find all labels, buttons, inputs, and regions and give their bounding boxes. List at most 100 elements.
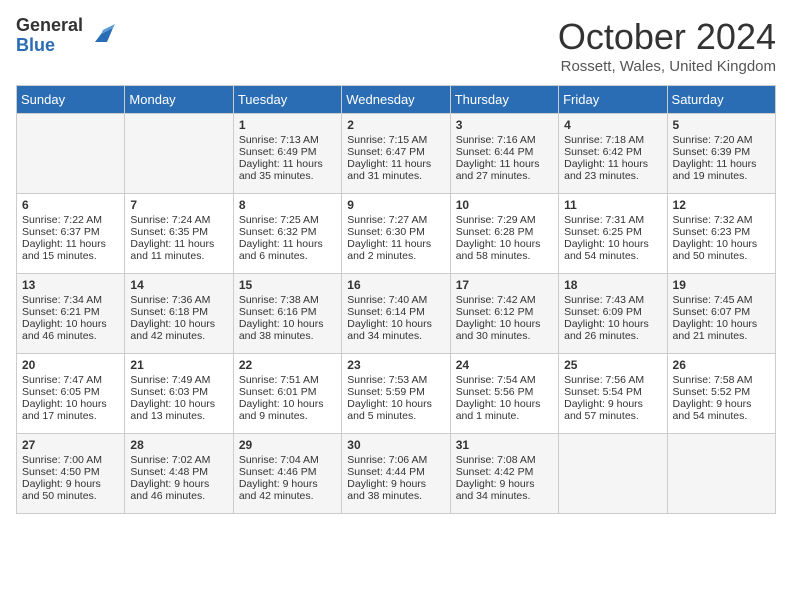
cell-content: Sunrise: 7:15 AM [347,134,444,146]
day-number: 14 [130,278,227,292]
cell-content: Sunset: 6:14 PM [347,306,444,318]
day-number: 2 [347,118,444,132]
cell-content: Sunset: 5:56 PM [456,386,553,398]
table-row: 3Sunrise: 7:16 AMSunset: 6:44 PMDaylight… [450,114,558,194]
cell-content: Sunset: 6:32 PM [239,226,336,238]
table-row: 26Sunrise: 7:58 AMSunset: 5:52 PMDayligh… [667,354,775,434]
cell-content: Sunrise: 7:45 AM [673,294,770,306]
cell-content: Sunrise: 7:34 AM [22,294,119,306]
cell-content: Sunrise: 7:49 AM [130,374,227,386]
day-number: 28 [130,438,227,452]
month-title: October 2024 [558,16,776,58]
table-row: 30 Sunrise: 7:06 AMSunset: 4:44 PMDayligh… [342,434,450,514]
logo-icon [87,20,115,48]
table-row: 13 Sunrise: 7:34 AMSunset: 6:21 PMDayligh… [17,274,125,354]
cell-content: Sunrise: 7:08 AM [456,454,553,466]
day-number: 3 [456,118,553,132]
cell-content: Daylight: 10 hours and 1 minute. [456,398,553,422]
cell-content: Sunrise: 7:54 AM [456,374,553,386]
day-number: 20 [22,358,119,372]
cell-content: Sunset: 6:37 PM [22,226,119,238]
table-row: 28Sunrise: 7:02 AMSunset: 4:48 PMDayligh… [125,434,233,514]
cell-content: Daylight: 11 hours and 19 minutes. [673,158,770,182]
cell-content: Daylight: 10 hours and 13 minutes. [130,398,227,422]
cell-content: Sunrise: 7:13 AM [239,134,336,146]
cell-content: Sunset: 6:28 PM [456,226,553,238]
cell-content: Daylight: 10 hours and 5 minutes. [347,398,444,422]
cell-content: Sunset: 6:25 PM [564,226,661,238]
cell-content: Sunset: 6:18 PM [130,306,227,318]
table-row: 14 Sunrise: 7:36 AMSunset: 6:18 PMDayligh… [125,274,233,354]
table-row: 19Sunrise: 7:45 AMSunset: 6:07 PMDayligh… [667,274,775,354]
day-number: 21 [130,358,227,372]
cell-content: Sunrise: 7:18 AM [564,134,661,146]
cell-content: Daylight: 10 hours and 9 minutes. [239,398,336,422]
cell-content: Daylight: 11 hours and 31 minutes. [347,158,444,182]
day-number: 11 [564,198,661,212]
day-number: 13 [22,278,119,292]
table-row: 2Sunrise: 7:15 AMSunset: 6:47 PMDaylight… [342,114,450,194]
day-number: 7 [130,198,227,212]
table-row [17,114,125,194]
logo: General Blue [16,16,115,56]
cell-content: Daylight: 11 hours and 11 minutes. [130,238,227,262]
table-row: 10Sunrise: 7:29 AMSunset: 6:28 PMDayligh… [450,194,558,274]
cell-content: Sunrise: 7:02 AM [130,454,227,466]
day-number: 15 [239,278,336,292]
cell-content: Daylight: 10 hours and 26 minutes. [564,318,661,342]
cell-content: Sunset: 5:52 PM [673,386,770,398]
table-row: 31Sunrise: 7:08 AMSunset: 4:42 PMDayligh… [450,434,558,514]
table-row: 22Sunrise: 7:51 AMSunset: 6:01 PMDayligh… [233,354,341,434]
cell-content: Sunrise: 7:47 AM [22,374,119,386]
cell-content: Daylight: 9 hours and 38 minutes. [347,478,444,502]
calendar-header-row: Sunday Monday Tuesday Wednesday Thursday… [17,86,776,114]
cell-content: Daylight: 10 hours and 34 minutes. [347,318,444,342]
cell-content: Sunset: 6:23 PM [673,226,770,238]
day-number: 27 [22,438,119,452]
cell-content: Daylight: 10 hours and 50 minutes. [673,238,770,262]
table-row [125,114,233,194]
day-number: 9 [347,198,444,212]
calendar-week-row: 1Sunrise: 7:13 AMSunset: 6:49 PMDaylight… [17,114,776,194]
cell-content: Sunrise: 7:29 AM [456,214,553,226]
cell-content: Sunrise: 7:24 AM [130,214,227,226]
cell-content: Daylight: 11 hours and 27 minutes. [456,158,553,182]
day-number: 1 [239,118,336,132]
cell-content: Sunrise: 7:42 AM [456,294,553,306]
cell-content: Daylight: 9 hours and 34 minutes. [456,478,553,502]
table-row [559,434,667,514]
calendar-week-row: 6Sunrise: 7:22 AMSunset: 6:37 PMDaylight… [17,194,776,274]
cell-content: Daylight: 9 hours and 42 minutes. [239,478,336,502]
table-row: 21Sunrise: 7:49 AMSunset: 6:03 PMDayligh… [125,354,233,434]
cell-content: Sunset: 5:54 PM [564,386,661,398]
day-number: 30 [347,438,444,452]
cell-content: Sunset: 6:30 PM [347,226,444,238]
cell-content: Daylight: 10 hours and 46 minutes. [22,318,119,342]
cell-content: Sunset: 6:07 PM [673,306,770,318]
table-row: 5Sunrise: 7:20 AMSunset: 6:39 PMDaylight… [667,114,775,194]
table-row: 29Sunrise: 7:04 AMSunset: 4:46 PMDayligh… [233,434,341,514]
cell-content: Sunrise: 7:27 AM [347,214,444,226]
cell-content: Sunset: 6:12 PM [456,306,553,318]
day-number: 8 [239,198,336,212]
title-section: October 2024 Rossett, Wales, United King… [558,16,776,75]
cell-content: Daylight: 10 hours and 58 minutes. [456,238,553,262]
table-row: 25Sunrise: 7:56 AMSunset: 5:54 PMDayligh… [559,354,667,434]
cell-content: Sunset: 4:44 PM [347,466,444,478]
table-row: 15Sunrise: 7:38 AMSunset: 6:16 PMDayligh… [233,274,341,354]
cell-content: Daylight: 11 hours and 15 minutes. [22,238,119,262]
cell-content: Daylight: 10 hours and 21 minutes. [673,318,770,342]
table-row: 7Sunrise: 7:24 AMSunset: 6:35 PMDaylight… [125,194,233,274]
day-number: 25 [564,358,661,372]
cell-content: Sunrise: 7:04 AM [239,454,336,466]
cell-content: Sunrise: 7:25 AM [239,214,336,226]
cell-content: Daylight: 10 hours and 30 minutes. [456,318,553,342]
cell-content: Sunrise: 7:36 AM [130,294,227,306]
cell-content: Sunset: 6:21 PM [22,306,119,318]
cell-content: Sunrise: 7:06 AM [347,454,444,466]
table-row: 24Sunrise: 7:54 AMSunset: 5:56 PMDayligh… [450,354,558,434]
table-row: 18Sunrise: 7:43 AMSunset: 6:09 PMDayligh… [559,274,667,354]
cell-content: Daylight: 10 hours and 42 minutes. [130,318,227,342]
col-thursday: Thursday [450,86,558,114]
table-row: 23Sunrise: 7:53 AMSunset: 5:59 PMDayligh… [342,354,450,434]
